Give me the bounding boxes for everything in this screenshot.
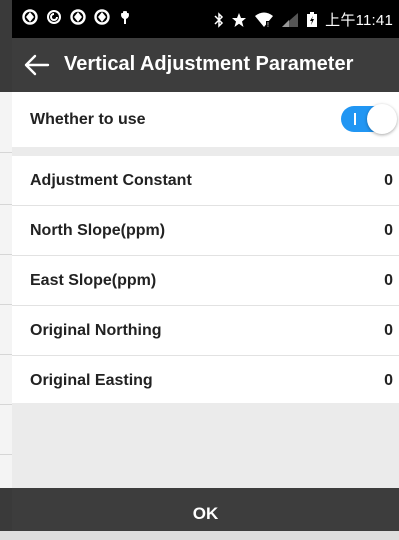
param-value: 0: [384, 222, 393, 239]
param-value: 0: [384, 372, 393, 389]
whether-to-use-label: Whether to use: [30, 111, 146, 128]
whether-to-use-row: Whether to use: [12, 92, 399, 147]
vertical-adjustment-dialog: ! 上午11:41 Vertical Adjustment Parameter …: [12, 0, 399, 531]
page-title: Vertical Adjustment Parameter: [64, 53, 354, 75]
param-label: North Slope(ppm): [30, 222, 166, 239]
param-label: East Slope(ppm): [30, 272, 157, 289]
status-left-icons: [22, 9, 132, 25]
whether-to-use-toggle[interactable]: [341, 104, 397, 134]
star-icon: [232, 12, 247, 27]
background-divider: [0, 152, 12, 153]
background-divider: [0, 254, 12, 255]
svg-text:!: !: [267, 22, 269, 28]
param-row-east-slope[interactable]: East Slope(ppm) 0: [12, 256, 399, 306]
background-divider: [0, 404, 12, 405]
param-value: 0: [384, 272, 393, 289]
param-row-original-northing[interactable]: Original Northing 0: [12, 306, 399, 356]
background-divider: [0, 204, 12, 205]
sync-icon: [94, 9, 110, 25]
toggle-knob: [367, 104, 397, 134]
back-button[interactable]: [22, 49, 54, 81]
background-app-edge: [0, 0, 12, 531]
sync-icon: [22, 9, 38, 25]
param-label: Original Northing: [30, 322, 162, 339]
battery-icon: [307, 11, 318, 27]
status-bar: ! 上午11:41: [12, 0, 399, 38]
param-row-original-easting[interactable]: Original Easting 0: [12, 356, 399, 405]
background-app-header: [0, 0, 12, 92]
status-right-icons: ! 上午11:41: [214, 9, 393, 30]
status-time: 上午11:41: [325, 12, 393, 29]
signal-icon: [282, 12, 299, 27]
bluetooth-icon: [214, 11, 224, 28]
sync-icon: [70, 9, 86, 25]
param-row-north-slope[interactable]: North Slope(ppm) 0: [12, 206, 399, 256]
background-app-footer: [0, 488, 12, 531]
usb-icon: [121, 10, 129, 24]
sync-alt-icon: [47, 10, 61, 24]
param-label: Original Easting: [30, 372, 153, 389]
ok-button[interactable]: OK: [12, 488, 399, 531]
background-divider: [0, 304, 12, 305]
param-value: 0: [384, 172, 393, 189]
back-arrow-icon: [24, 54, 50, 76]
title-bar: Vertical Adjustment Parameter: [12, 38, 399, 92]
param-value: 0: [384, 322, 393, 339]
param-row-adjustment-constant[interactable]: Adjustment Constant 0: [12, 156, 399, 206]
background-divider: [0, 354, 12, 355]
param-label: Adjustment Constant: [30, 172, 192, 189]
toggle-on-indicator: [354, 113, 356, 125]
wifi-icon: !: [255, 12, 274, 28]
parameter-list: Adjustment Constant 0 North Slope(ppm) 0…: [12, 156, 399, 403]
background-divider: [0, 454, 12, 455]
